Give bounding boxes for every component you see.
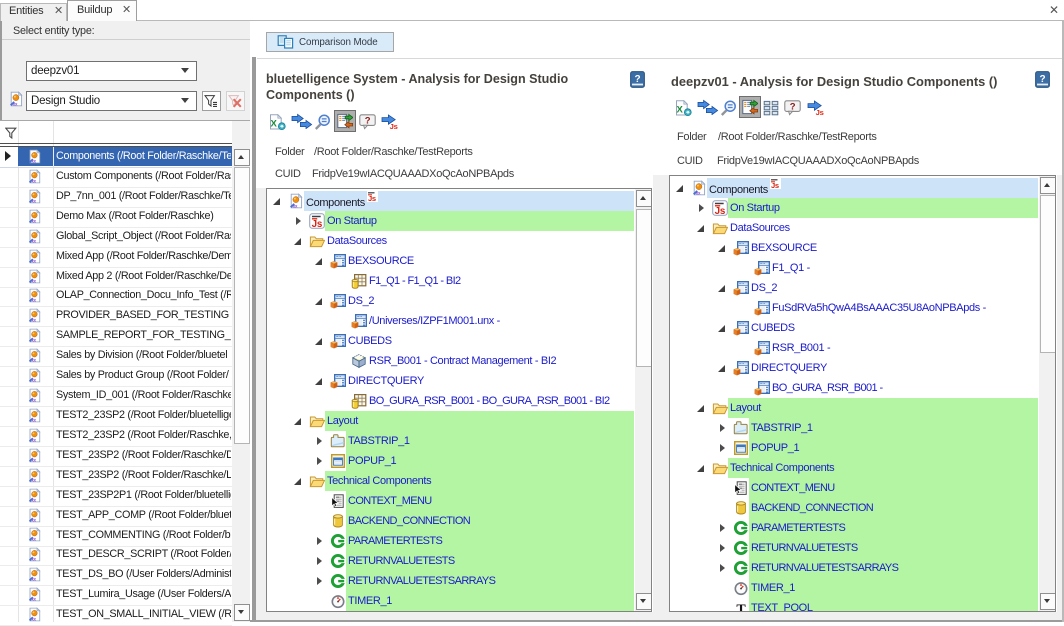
svg-text:Js: Js [368,194,376,202]
svg-text:Js: Js [771,181,779,189]
